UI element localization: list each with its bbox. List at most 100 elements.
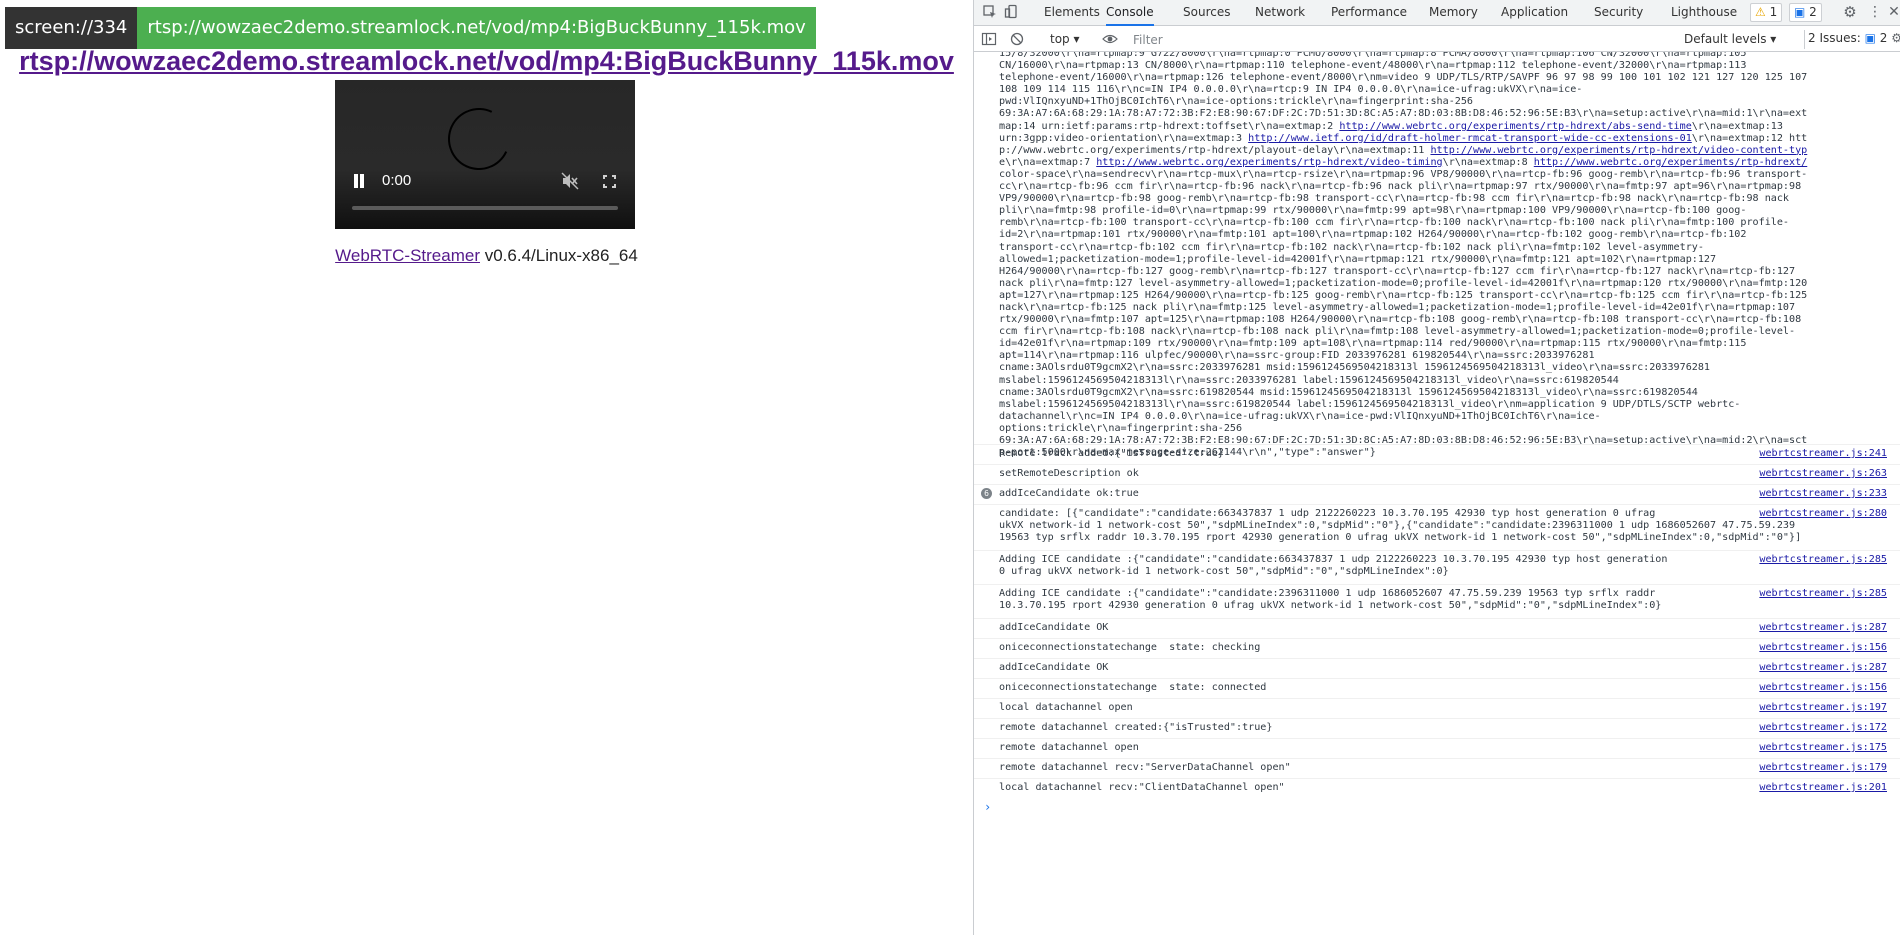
- tab-stream-url[interactable]: rtsp://wowzaec2demo.streamlock.net/vod/m…: [137, 7, 816, 49]
- console-message: 6 addIceCandidate ok:true webrtcstreamer.j…: [974, 484, 1900, 501]
- sdp-line: nack\r\na=rtcp-fb:125 nack pli\r\na=fmtp…: [999, 302, 1795, 314]
- sdp-text: apt=127\r\na=rtpmap:125 H264/90000\r\na=…: [999, 289, 1808, 301]
- messages-badge[interactable]: ▣ 2: [1789, 3, 1822, 22]
- sdp-text: nack pli\r\na=fmtp:127 level-asymmetry-a…: [999, 277, 1808, 289]
- video-progress-bar[interactable]: [352, 206, 618, 210]
- fullscreen-icon[interactable]: [603, 175, 616, 188]
- sdp-text: \r\na=extmap:8: [1442, 156, 1534, 168]
- settings-gear-icon[interactable]: ⚙: [1842, 4, 1858, 20]
- source-link[interactable]: webrtcstreamer.js:233: [1759, 488, 1887, 500]
- clear-console-icon[interactable]: [1009, 31, 1025, 47]
- sdp-answer-message: 15/8/32000\r\na=rtpmap:9 G722/8000\r\na=…: [999, 52, 1807, 459]
- web-page: screen://334 rtsp://wowzaec2demo.streaml…: [0, 0, 973, 935]
- console-settings-icon[interactable]: ⚙: [1891, 31, 1900, 45]
- sdp-line: mslabel:1596124569504218313l\r\na=ssrc:2…: [999, 375, 1743, 387]
- sdp-url-link[interactable]: http://www.webrtc.org/experiments/rtp-hd…: [1534, 157, 1807, 168]
- pause-icon[interactable]: [352, 174, 366, 188]
- sdp-text: 69:3A:A7:6A:68:29:1A:78:A7:72:3B:F2:E8:9…: [999, 108, 1808, 120]
- sdp-url-link[interactable]: http://www.webrtc.org/experiments/rtp-hd…: [1339, 121, 1691, 132]
- tab-screen[interactable]: screen://334: [5, 7, 138, 49]
- sdp-text: pwd:VlIQnxyuND+1ThOjBC0IchT6\r\na=ice-op…: [999, 96, 1474, 108]
- sdp-line: cname:3AOlsrdu0T9gcmX2\r\na=ssrc:6198205…: [999, 387, 1743, 399]
- message-text: remote datachannel recv:"ServerDataChann…: [999, 762, 1291, 773]
- close-icon[interactable]: ✕: [1886, 4, 1900, 20]
- console-message: Adding ICE candidate :{"candidate":"cand…: [974, 584, 1900, 615]
- source-link[interactable]: webrtcstreamer.js:156: [1759, 642, 1887, 654]
- eye-icon[interactable]: [1102, 31, 1118, 47]
- tab-application[interactable]: Application: [1501, 0, 1568, 26]
- inspect-element-icon[interactable]: [982, 4, 998, 20]
- video-player[interactable]: 0:00: [335, 80, 635, 229]
- sdp-line: remb\r\na=rtcp-fb:100 transport-cc\r\na=…: [999, 217, 1789, 229]
- console-message: Remote track added:{"isTrusted":true} web…: [974, 444, 1900, 461]
- sdp-text: cname:3AOlsrdu0T9gcmX2\r\na=ssrc:6198205…: [999, 386, 1698, 398]
- sdp-url-link[interactable]: http://www.webrtc.org/experiments/rtp-hd…: [1096, 157, 1442, 168]
- stream-url-link[interactable]: rtsp://wowzaec2demo.streamlock.net/vod/m…: [0, 46, 973, 77]
- sdp-text: nack\r\na=rtcp-fb:125 nack pli\r\na=fmtp…: [999, 301, 1796, 313]
- tab-memory[interactable]: Memory: [1429, 0, 1478, 26]
- sdp-line: options:trickle\r\na=fingerprint:sha-256: [999, 423, 1743, 435]
- console-message: remote datachannel open webrtcstreamer.js…: [974, 738, 1900, 755]
- context-selector[interactable]: top ▾: [1046, 31, 1084, 48]
- sdp-url-link[interactable]: http://www.ietf.org/id/draft-holmer-rmca…: [1248, 133, 1692, 144]
- sdp-text: CN/16000\r\na=rtpmap:13 CN/8000\r\na=rtp…: [999, 60, 1747, 72]
- tab-lighthouse[interactable]: Lighthouse: [1671, 0, 1737, 26]
- sdp-text: p://www.webrtc.org/experiments/rtp-hdrex…: [999, 144, 1431, 156]
- tab-security[interactable]: Security: [1594, 0, 1643, 26]
- tab-performance[interactable]: Performance: [1331, 0, 1407, 26]
- sdp-line: id=42e01f\r\na=rtpmap:109 rtx/90000\r\na…: [999, 338, 1746, 350]
- more-options-icon[interactable]: ⋮: [1867, 4, 1883, 20]
- message-text: setRemoteDescription ok: [999, 468, 1139, 479]
- sdp-line: pli\r\na=fmtp:98 profile-id=0\r\na=rtpma…: [999, 205, 1746, 217]
- source-link[interactable]: webrtcstreamer.js:287: [1759, 622, 1887, 634]
- muted-icon[interactable]: [561, 172, 579, 190]
- source-link[interactable]: webrtcstreamer.js:263: [1759, 468, 1887, 480]
- source-link[interactable]: webrtcstreamer.js:156: [1759, 682, 1887, 694]
- tab-console[interactable]: Console: [1106, 0, 1154, 26]
- source-link[interactable]: webrtcstreamer.js:172: [1759, 722, 1887, 734]
- sdp-line: 15/8/32000\r\na=rtpmap:9 G722/8000\r\na=…: [999, 52, 1746, 60]
- message-text: Adding ICE candidate :{"candidate":"cand…: [999, 554, 1668, 577]
- source-link[interactable]: webrtcstreamer.js:175: [1759, 742, 1887, 754]
- sdp-line: apt=127\r\na=rtpmap:125 H264/90000\r\na=…: [999, 290, 1807, 302]
- sidebar-toggle-icon[interactable]: [981, 31, 997, 47]
- device-toolbar-icon[interactable]: [1004, 4, 1020, 20]
- sdp-text: 108 109 114 115 116\r\nc=IN IP4 0.0.0.0\…: [999, 84, 1583, 96]
- sdp-text: apt=114\r\na=rtpmap:116 ulpfec/90000\r\n…: [999, 350, 1595, 362]
- sdp-line: telephone-event/16000\r\na=rtpmap:126 te…: [999, 72, 1807, 84]
- sdp-line: map:14 urn:ietf:params:rtp-hdrext:toffse…: [999, 121, 1783, 133]
- console-output[interactable]: 15/8/32000\r\na=rtpmap:9 G722/8000\r\na=…: [974, 52, 1900, 935]
- webrtc-streamer-link[interactable]: WebRTC-Streamer: [335, 246, 480, 265]
- sdp-text: VP9/90000\r\na=rtcp-fb:98 goog-remb\r\na…: [999, 193, 1790, 205]
- sdp-line: ccm fir\r\na=rtcp-fb:108 nack\r\na=rtcp-…: [999, 326, 1795, 338]
- sdp-text: transport-cc\r\na=rtcp-fb:102 ccm fir\r\…: [999, 241, 1704, 253]
- source-link[interactable]: webrtcstreamer.js:241: [1759, 448, 1887, 460]
- source-link[interactable]: webrtcstreamer.js:280: [1759, 508, 1887, 520]
- message-text: Adding ICE candidate :{"candidate":"cand…: [999, 588, 1662, 611]
- source-link[interactable]: webrtcstreamer.js:197: [1759, 702, 1887, 714]
- log-levels-dropdown[interactable]: Default levels ▾: [1684, 31, 1776, 48]
- source-link[interactable]: webrtcstreamer.js:287: [1759, 662, 1887, 674]
- tab-elements[interactable]: Elements: [1044, 0, 1100, 26]
- source-link[interactable]: webrtcstreamer.js:201: [1759, 782, 1887, 794]
- devtools-panel: Elements Console Sources Network Perform…: [973, 0, 1900, 935]
- video-time: 0:00: [382, 172, 412, 189]
- source-link[interactable]: webrtcstreamer.js:285: [1759, 588, 1887, 600]
- sdp-line: id=2\r\na=rtpmap:101 rtx/90000\r\na=fmtp…: [999, 229, 1746, 241]
- sdp-line: nack pli\r\na=fmtp:127 level-asymmetry-a…: [999, 278, 1807, 290]
- console-prompt[interactable]: ›: [984, 800, 991, 814]
- issues-button[interactable]: 2 Issues: ▣ 2 ⚙: [1804, 30, 1900, 49]
- message-icon: ▣: [1794, 5, 1806, 19]
- source-link[interactable]: webrtcstreamer.js:285: [1759, 554, 1887, 566]
- source-link[interactable]: webrtcstreamer.js:179: [1759, 762, 1887, 774]
- sdp-line: pwd:VlIQnxyuND+1ThOjBC0IchT6\r\na=ice-op…: [999, 96, 1743, 108]
- message-text: addIceCandidate ok:true: [999, 488, 1139, 499]
- console-filter-input[interactable]: [1129, 30, 1529, 49]
- console-message: remote datachannel recv:"ServerDataChann…: [974, 758, 1900, 775]
- tab-network[interactable]: Network: [1255, 0, 1305, 26]
- dropdown-icon: ▾: [1073, 32, 1080, 46]
- sdp-url-link[interactable]: http://www.webrtc.org/experiments/rtp-hd…: [1430, 145, 1807, 156]
- warnings-badge[interactable]: ⚠ 1: [1750, 3, 1783, 22]
- tab-sources[interactable]: Sources: [1183, 0, 1230, 26]
- issues-label: 2 Issues:: [1808, 31, 1861, 45]
